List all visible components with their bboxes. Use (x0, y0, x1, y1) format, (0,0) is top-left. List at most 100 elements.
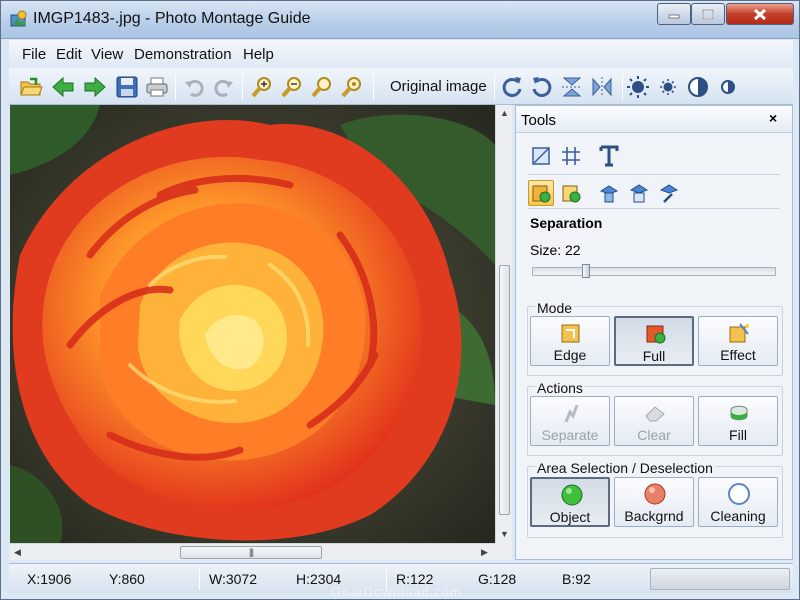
brightness-up-button[interactable] (624, 73, 652, 101)
tools-panel-header: Tools × (516, 106, 792, 133)
undo-button[interactable] (180, 73, 208, 101)
menu-demonstration[interactable]: Demonstration (134, 46, 232, 63)
redo-icon (214, 79, 233, 97)
full-mode-button[interactable]: Full (614, 316, 694, 366)
object-green-circle-icon (559, 483, 585, 507)
maximize-button[interactable] (691, 3, 725, 25)
size-slider-thumb[interactable] (582, 264, 590, 278)
image-canvas[interactable] (10, 105, 495, 543)
text-tool-button[interactable] (596, 143, 622, 169)
area-selection-group: Area Selection / Deselection Object Back… (527, 460, 783, 538)
scroll-down-icon[interactable]: ▼ (500, 529, 509, 539)
panel-divider (528, 208, 780, 209)
montage-tool-1-button[interactable] (596, 180, 622, 206)
scroll-right-icon[interactable]: ▶ (481, 547, 488, 558)
object-icon (562, 185, 581, 203)
maximize-icon (702, 8, 714, 20)
title-bar[interactable]: IMGP1483-.jpg - Photo Montage Guide (1, 1, 799, 39)
crop-tool-button[interactable] (528, 143, 554, 169)
background-selection-label: Backgrnd (624, 508, 684, 524)
mode-title: Mode (535, 300, 575, 316)
minimize-button[interactable] (657, 3, 691, 25)
montage-tool-3-button[interactable] (656, 180, 682, 206)
hat-person-icon (599, 185, 619, 203)
flip-vertical-icon (562, 77, 582, 97)
status-separator (199, 568, 200, 590)
status-width: W:3072 (209, 571, 257, 587)
menu-help[interactable]: Help (243, 46, 274, 63)
print-button[interactable] (143, 73, 171, 101)
cleaning-selection-button[interactable]: Cleaning (698, 477, 778, 527)
menu-file[interactable]: File (22, 46, 46, 63)
hat-arrow-icon (659, 184, 679, 203)
original-image-button[interactable]: Original image (390, 78, 487, 95)
separation-section-title: Separation (530, 215, 603, 231)
app-icon (10, 10, 27, 27)
zoom-out-button[interactable] (278, 73, 306, 101)
cleaning-selection-label: Cleaning (710, 508, 766, 524)
redo-button[interactable] (210, 73, 238, 101)
menu-view[interactable]: View (91, 46, 123, 63)
app-window: IMGP1483-.jpg - Photo Montage Guide File… (0, 0, 800, 600)
actions-title: Actions (535, 380, 585, 396)
size-slider-track[interactable] (532, 267, 776, 276)
contrast-down-button[interactable] (714, 73, 742, 101)
scroll-up-icon[interactable]: ▲ (500, 108, 509, 118)
menu-edit[interactable]: Edit (56, 46, 82, 63)
object-selection-label: Object (549, 509, 591, 525)
contrast-up-button[interactable] (684, 73, 712, 101)
separate-button[interactable]: Separate (530, 396, 610, 446)
toolbar-separator (242, 74, 243, 100)
forward-arrow-icon (84, 76, 106, 98)
horizontal-scroll-thumb[interactable]: ||| (180, 546, 322, 559)
object-tool-button[interactable] (558, 180, 584, 206)
object-selection-button[interactable]: Object (530, 477, 610, 527)
status-x: X:1906 (27, 571, 72, 587)
brightness-down-button[interactable] (654, 73, 682, 101)
undo-icon (185, 79, 204, 97)
rotate-left-button[interactable] (528, 73, 556, 101)
fill-button[interactable]: Fill (698, 396, 778, 446)
watermark-text: GearDownload.com (331, 584, 462, 599)
vertical-scrollbar[interactable]: ▲ ▼ (495, 105, 512, 543)
rotate-left-icon (532, 77, 552, 97)
rotate-right-button[interactable] (498, 73, 526, 101)
vertical-scroll-thumb[interactable] (499, 265, 510, 515)
edge-mode-icon (558, 321, 584, 345)
full-mode-icon (643, 322, 669, 346)
area-selection-title: Area Selection / Deselection (535, 460, 715, 476)
zoom-in-icon (251, 77, 271, 98)
edge-mode-button[interactable]: Edge (530, 316, 610, 366)
zoom-fit-button[interactable] (308, 73, 336, 101)
montage-tool-2-button[interactable] (626, 180, 652, 206)
zoom-actual-button[interactable] (338, 73, 366, 101)
clear-button[interactable]: Clear (614, 396, 694, 446)
window-title: IMGP1483-.jpg - Photo Montage Guide (33, 10, 311, 27)
separation-tool-button[interactable] (528, 180, 554, 206)
rose-photo (10, 105, 495, 543)
minimize-icon (668, 14, 680, 19)
fill-icon (726, 401, 752, 425)
scroll-left-icon[interactable]: ◀ (14, 547, 21, 558)
effect-mode-label: Effect (720, 347, 756, 363)
panel-divider (528, 174, 780, 175)
close-button[interactable] (726, 3, 794, 25)
background-selection-button[interactable]: Backgrnd (614, 477, 694, 527)
toolbar-separator (373, 74, 374, 100)
zoom-in-button[interactable] (248, 73, 276, 101)
flip-vertical-button[interactable] (558, 73, 586, 101)
separation-icon (532, 185, 551, 203)
status-blue: B:92 (562, 571, 591, 587)
horizontal-scrollbar[interactable]: ◀ ||| ▶ (10, 543, 495, 560)
print-icon (146, 77, 168, 97)
grid-icon (562, 147, 580, 165)
back-button[interactable] (49, 73, 77, 101)
save-button[interactable] (113, 73, 141, 101)
forward-button[interactable] (81, 73, 109, 101)
flip-horizontal-button[interactable] (588, 73, 616, 101)
effect-mode-button[interactable]: Effect (698, 316, 778, 366)
grid-tool-button[interactable] (558, 143, 584, 169)
zoom-out-icon (281, 77, 301, 98)
tools-panel-close-button[interactable]: × (769, 110, 777, 126)
open-button[interactable] (17, 73, 45, 101)
